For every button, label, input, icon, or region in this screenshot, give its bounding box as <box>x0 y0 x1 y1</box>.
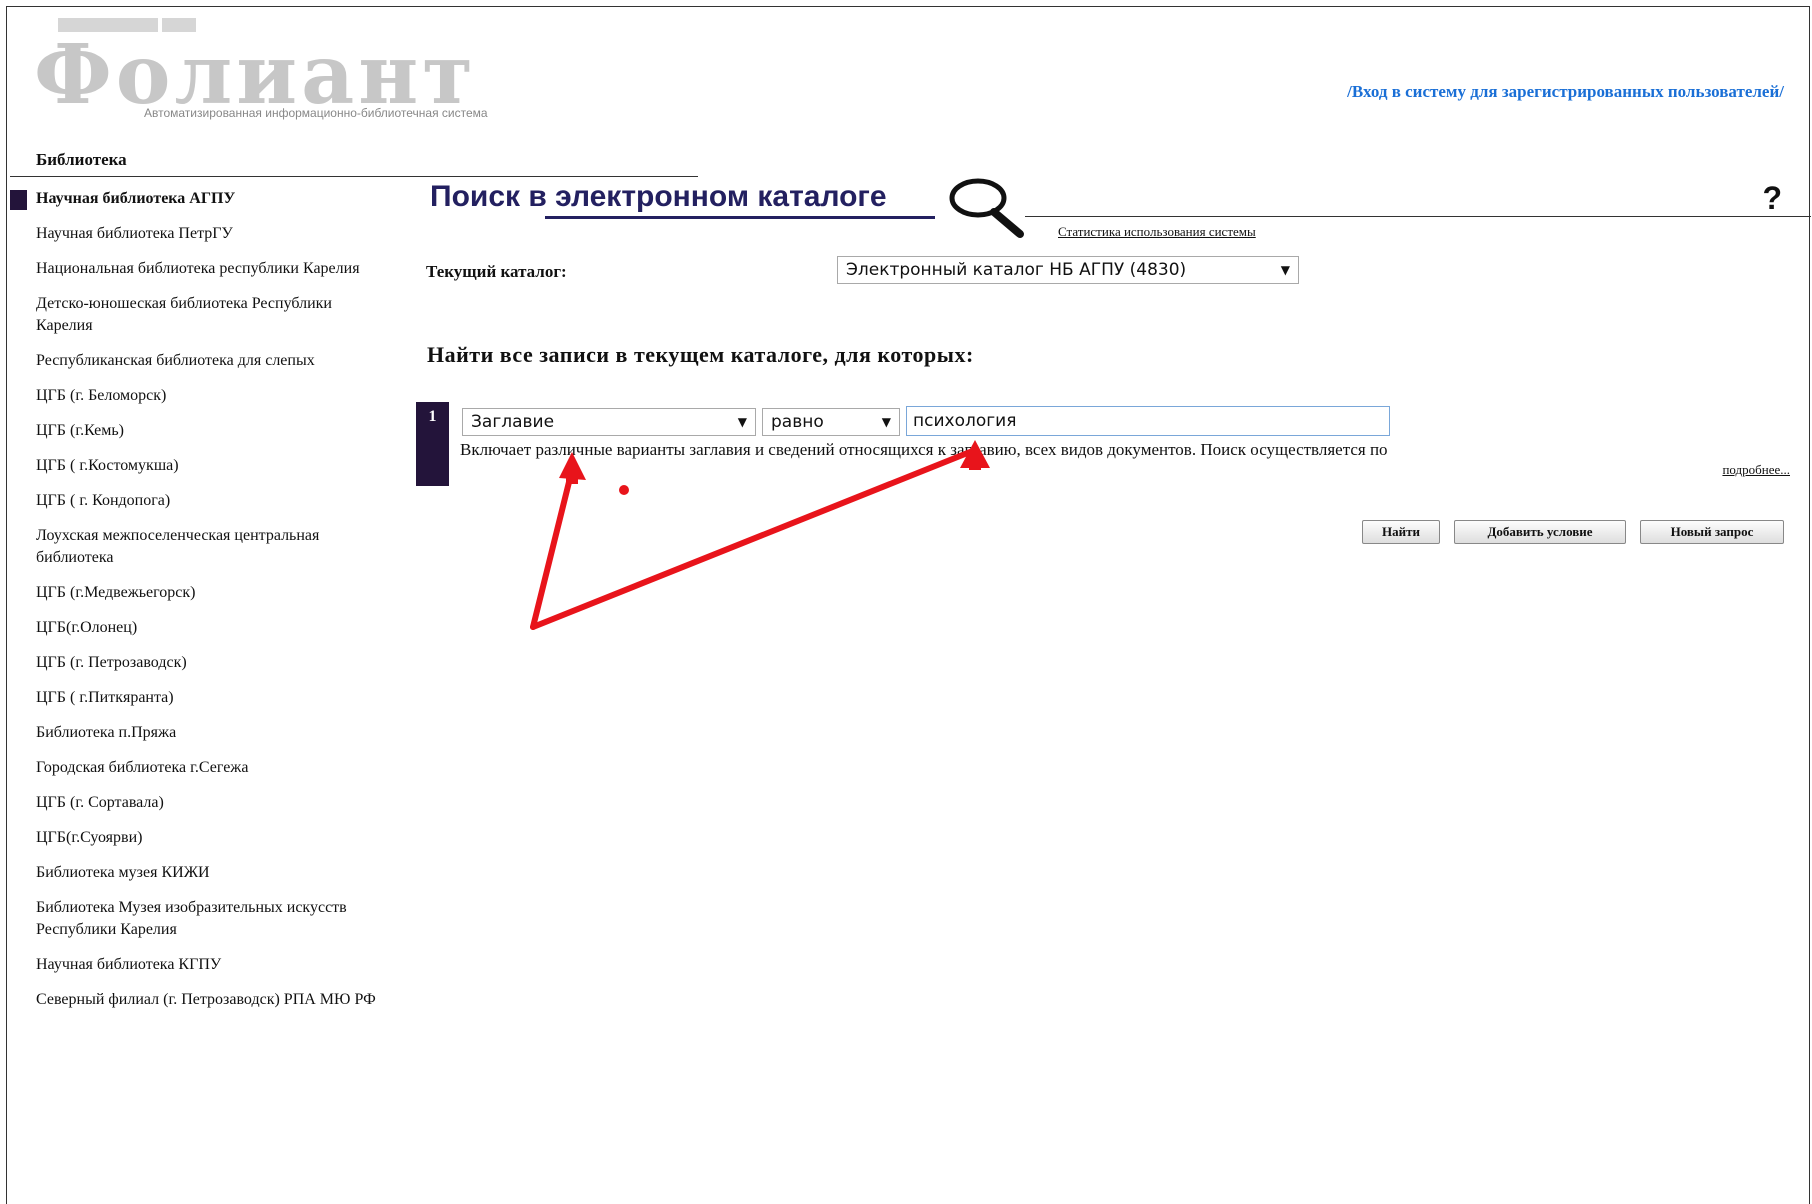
sidebar-item[interactable]: ЦГБ ( г. Кондопога) <box>10 490 390 512</box>
sidebar-item-label: Городская библиотека г.Сегежа <box>36 759 249 776</box>
sidebar-item[interactable]: ЦГБ (г. Петрозаводск) <box>10 652 390 674</box>
sidebar-item-label: ЦГБ ( г.Питкяранта) <box>36 689 174 706</box>
login-link[interactable]: /Вход в систему для зарегистрированных п… <box>1347 82 1784 102</box>
sidebar-item-label: Детско-юношеская библиотека Республики К… <box>36 295 332 334</box>
sidebar-item[interactable]: ЦГБ(г.Олонец) <box>10 617 390 639</box>
sidebar-item-label: Научная библиотека ПетрГУ <box>36 225 233 242</box>
sidebar-item[interactable]: Детско-юношеская библиотека Республики К… <box>10 293 390 337</box>
sidebar-item[interactable]: ЦГБ (г.Медвежьегорск) <box>10 582 390 604</box>
sidebar-item-label: Библиотека музея КИЖИ <box>36 864 210 881</box>
condition-description: Включает различные варианты заглавия и с… <box>460 440 1388 459</box>
find-button[interactable]: Найти <box>1362 520 1440 544</box>
library-list: Научная библиотека АГПУ Научная библиотек… <box>10 188 390 1024</box>
condition-number: 1 <box>416 402 449 486</box>
sidebar-item-label: ЦГБ (г.Кемь) <box>36 422 124 439</box>
add-condition-button[interactable]: Добавить условие <box>1454 520 1626 544</box>
sidebar-item[interactable]: Библиотека п.Пряжа <box>10 722 390 744</box>
sidebar-item-label: ЦГБ (г.Медвежьегорск) <box>36 584 196 601</box>
divider <box>1025 216 1811 217</box>
title-underline <box>545 216 935 219</box>
sidebar-item-label: ЦГБ ( г.Костомукша) <box>36 457 179 474</box>
page-title: Поиск в электронном каталоге <box>430 180 887 213</box>
sidebar-item-label: Научная библиотека АГПУ <box>36 190 236 207</box>
more-link[interactable]: подробнее... <box>1722 462 1790 478</box>
sidebar-item[interactable]: Научная библиотека ПетрГУ <box>10 223 390 245</box>
sidebar-item[interactable]: Научная библиотека АГПУ <box>10 188 390 210</box>
sidebar-item[interactable]: ЦГБ (г. Беломорск) <box>10 385 390 407</box>
sidebar-item[interactable]: ЦГБ(г.Суоярви) <box>10 827 390 849</box>
magnifier-icon <box>949 178 1024 238</box>
sidebar-item[interactable]: Лоухская межпоселенческая центральная би… <box>10 525 390 569</box>
active-marker <box>10 190 27 210</box>
sidebar-item[interactable]: ЦГБ (г.Кемь) <box>10 420 390 442</box>
operator-select-value: равно <box>771 412 824 432</box>
sidebar-item[interactable]: ЦГБ (г. Сортавала) <box>10 792 390 814</box>
dropdown-arrow-icon: ▼ <box>737 415 747 429</box>
sidebar-item-label: Лоухская межпоселенческая центральная би… <box>36 527 320 566</box>
sidebar-title: Библиотека <box>36 150 127 169</box>
sidebar-item-label: ЦГБ (г. Сортавала) <box>36 794 164 811</box>
dropdown-arrow-icon: ▼ <box>1280 263 1290 277</box>
sidebar-item[interactable]: Научная библиотека КГПУ <box>10 954 390 976</box>
new-query-button[interactable]: Новый запрос <box>1640 520 1784 544</box>
catalog-select[interactable]: Электронный каталог НБ АГПУ (4830) ▼ <box>837 256 1299 284</box>
catalog-select-value: Электронный каталог НБ АГПУ (4830) <box>846 260 1187 280</box>
sidebar-item-label: Научная библиотека КГПУ <box>36 956 222 973</box>
sidebar-item-label: Библиотека п.Пряжа <box>36 724 177 741</box>
sidebar-item[interactable]: Городская библиотека г.Сегежа <box>10 757 390 779</box>
find-all-heading: Найти все записи в текущем каталоге, для… <box>427 342 974 367</box>
field-select-value: Заглавие <box>471 412 555 432</box>
sidebar-item-label: ЦГБ ( г. Кондопога) <box>36 492 171 509</box>
operator-select[interactable]: равно ▼ <box>762 408 900 436</box>
sidebar-item-label: Республиканская библиотека для слепых <box>36 352 315 369</box>
logo-wordmark: Фолиант <box>34 27 478 123</box>
divider <box>10 176 698 177</box>
foliant-logo: Фолиант Автоматизированная информационно… <box>34 14 634 124</box>
sidebar-item-label: ЦГБ(г.Олонец) <box>36 619 138 636</box>
dropdown-arrow-icon: ▼ <box>881 415 891 429</box>
usage-stats-link[interactable]: Статистика использования системы <box>1058 224 1256 240</box>
search-value-input[interactable] <box>906 406 1390 436</box>
sidebar-item[interactable]: Северный филиал (г. Петрозаводск) РПА МЮ… <box>10 989 390 1011</box>
sidebar-item[interactable]: ЦГБ ( г.Питкяранта) <box>10 687 390 709</box>
sidebar-item[interactable]: ЦГБ ( г.Костомукша) <box>10 455 390 477</box>
field-select[interactable]: Заглавие ▼ <box>462 408 756 436</box>
sidebar-item-label: Библиотека Музея изобразительных искусст… <box>36 899 347 938</box>
sidebar-item-label: ЦГБ(г.Суоярви) <box>36 829 143 846</box>
sidebar-item[interactable]: Библиотека Музея изобразительных искусст… <box>10 897 390 941</box>
help-icon[interactable]: ? <box>1762 180 1782 217</box>
logo-subtitle: Автоматизированная информационно-библиот… <box>144 106 488 120</box>
sidebar-item[interactable]: Национальная библиотека республики Карел… <box>10 258 390 280</box>
sidebar-item-label: ЦГБ (г. Петрозаводск) <box>36 654 187 671</box>
sidebar-item-label: Северный филиал (г. Петрозаводск) РПА МЮ… <box>36 991 376 1008</box>
sidebar-item[interactable]: Республиканская библиотека для слепых <box>10 350 390 372</box>
sidebar-item[interactable]: Библиотека музея КИЖИ <box>10 862 390 884</box>
sidebar-item-label: Национальная библиотека республики Карел… <box>36 260 360 277</box>
sidebar-item-label: ЦГБ (г. Беломорск) <box>36 387 167 404</box>
current-catalog-label: Текущий каталог: <box>426 262 567 281</box>
